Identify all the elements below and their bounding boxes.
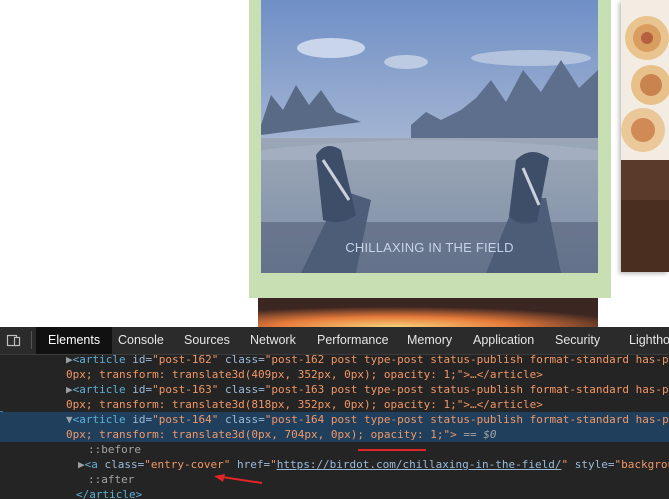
post-cover-image[interactable]: CHILLAXING IN THE FIELD — [261, 0, 598, 273]
dom-node-article-164-cont[interactable]: 0px; transform: translate3d(0px, 704px, … — [0, 427, 669, 442]
webpage-viewport: CHILLAXING IN THE FIELD — [0, 0, 669, 327]
expand-triangle-icon[interactable]: ▶ — [66, 354, 73, 366]
expand-triangle-icon[interactable]: ▶ — [78, 458, 85, 471]
type-post-class: type-post — [364, 413, 424, 426]
tab-lighthouse[interactable]: Lighthouse — [629, 327, 669, 354]
dom-node-article-163[interactable]: ▶<article id="post-163" class="post-163 … — [0, 382, 669, 397]
tab-security[interactable]: Security — [555, 327, 600, 354]
tab-performance[interactable]: Performance — [317, 327, 389, 354]
device-toolbar-icon[interactable] — [6, 332, 22, 348]
tab-sources[interactable]: Sources — [184, 327, 230, 354]
annotation-underline — [358, 449, 426, 451]
tab-application[interactable]: Application — [473, 327, 534, 354]
dom-node-article-close[interactable]: </article> — [0, 487, 669, 499]
post-card-title[interactable]: CHILLAXING IN THE FIELD — [261, 240, 598, 255]
dom-node-article-163-cont[interactable]: 0px; transform: translate3d(818px, 352px… — [0, 397, 669, 412]
tab-memory[interactable]: Memory — [407, 327, 452, 354]
devtools-tab-bar: Elements Console Sources Network Perform… — [0, 327, 669, 355]
toolbar-divider — [31, 331, 32, 349]
entry-cover-class: "entry-cover" — [144, 458, 231, 471]
next-post-image[interactable] — [258, 298, 598, 327]
dom-node-after[interactable]: ::after — [0, 472, 669, 487]
dom-node-article-164-selected[interactable]: ▼<article id="post-164" class="post-164 … — [0, 412, 669, 427]
dom-tree: ▶<article id="post-162" class="post-162 … — [0, 354, 669, 499]
tab-network[interactable]: Network — [250, 327, 296, 354]
href-link[interactable]: https://birdot.com/chillaxing-in-the-fie… — [277, 458, 562, 471]
field-photo — [261, 0, 598, 273]
console-ref-badge: == $0 — [456, 428, 497, 441]
devtools-panel: Elements Console Sources Network Perform… — [0, 327, 669, 499]
tab-console[interactable]: Console — [118, 327, 164, 354]
tab-elements[interactable]: Elements — [36, 327, 113, 354]
side-post-image[interactable] — [621, 0, 669, 272]
dom-node-article-162-cont[interactable]: 0px; transform: translate3d(409px, 352px… — [0, 367, 669, 382]
dom-node-article-162[interactable]: ▶<article id="post-162" class="post-162 … — [0, 354, 669, 367]
expand-triangle-icon[interactable]: ▶ — [66, 383, 73, 396]
collapse-triangle-icon[interactable]: ▼ — [66, 413, 73, 426]
dom-node-entry-cover-link[interactable]: ▶<a class="entry-cover" href="https://bi… — [0, 457, 669, 472]
annotation-arrow-icon — [214, 474, 263, 484]
dom-node-before[interactable]: ::before — [0, 442, 669, 457]
